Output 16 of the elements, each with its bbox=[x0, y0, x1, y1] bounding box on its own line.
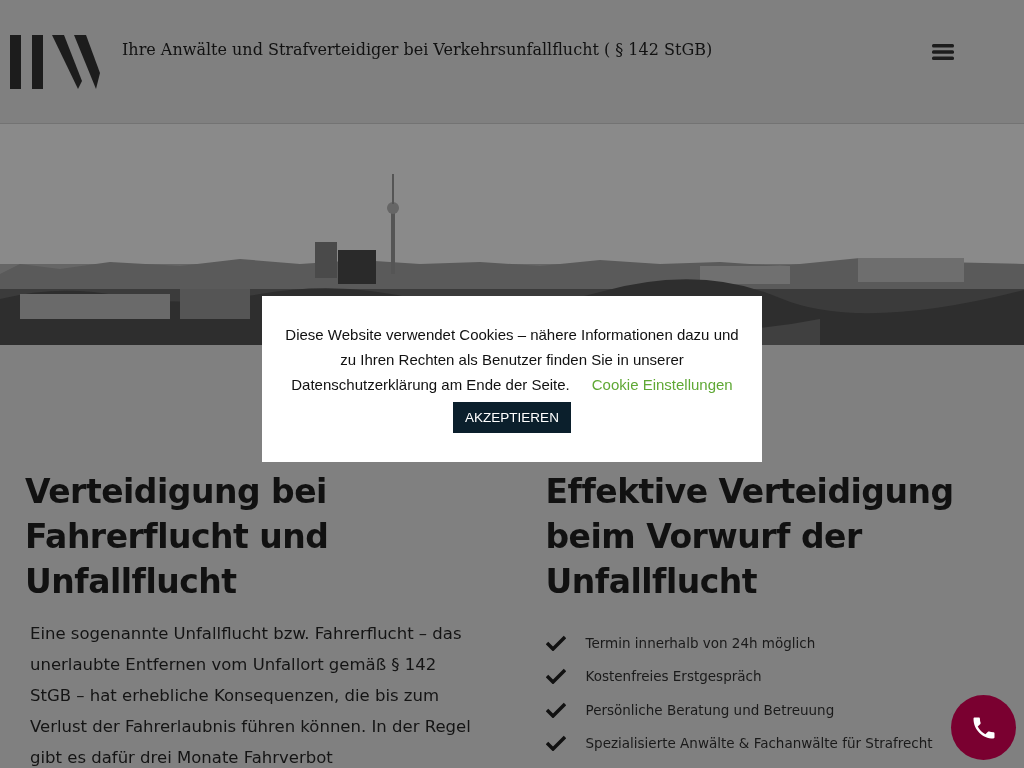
menu-icon[interactable] bbox=[932, 44, 954, 60]
check-icon bbox=[545, 668, 566, 685]
checklist-item: Spezialisierte Anwälte & Fachanwälte für Strafrecht bbox=[585, 735, 933, 752]
check-icon bbox=[545, 735, 566, 752]
logo-icon[interactable] bbox=[10, 35, 100, 89]
intro-paragraph: Eine sogenannte Unfallflucht bzw. Fahrerflucht – das unerlaubte Entfernen vom Unfallort gemäß § 142 StGB – hat erhebliche Konsequenzen, die bis zum Verlust der Fahrerlaubnis führen können. In der Regel gibt es dafür drei Monate Fahrverbot bbox=[30, 623, 472, 768]
checklist-item: Persönliche Beratung und Betreuung bbox=[585, 701, 835, 718]
accept-button[interactable]: AKZEPTIEREN bbox=[453, 402, 571, 433]
checklist-item: Termin innerhalb von 24h möglich bbox=[585, 634, 816, 651]
section-heading: Effektive Verteidigung beim Vorwurf der Unfallflucht bbox=[545, 471, 955, 603]
checklist-item: Kostenfreies Erstgespräch bbox=[585, 668, 762, 685]
section-heading: Verteidigung bei Fahrerflucht und Unfallflucht bbox=[25, 471, 330, 603]
site-title: Ihre Anwälte und Strafverteidiger bei Verkehrsunfallflucht ( § 142 StGB) bbox=[122, 40, 713, 59]
cookie-message: Diese Website verwendet Cookies – nähere Informationen dazu und zu Ihren Rechten als Benutzer finden Sie in unserer Datenschutzerklärung am Ende der Seite. Cookie Einstellungen bbox=[284, 325, 740, 395]
check-icon bbox=[545, 701, 566, 718]
check-icon bbox=[545, 634, 566, 651]
